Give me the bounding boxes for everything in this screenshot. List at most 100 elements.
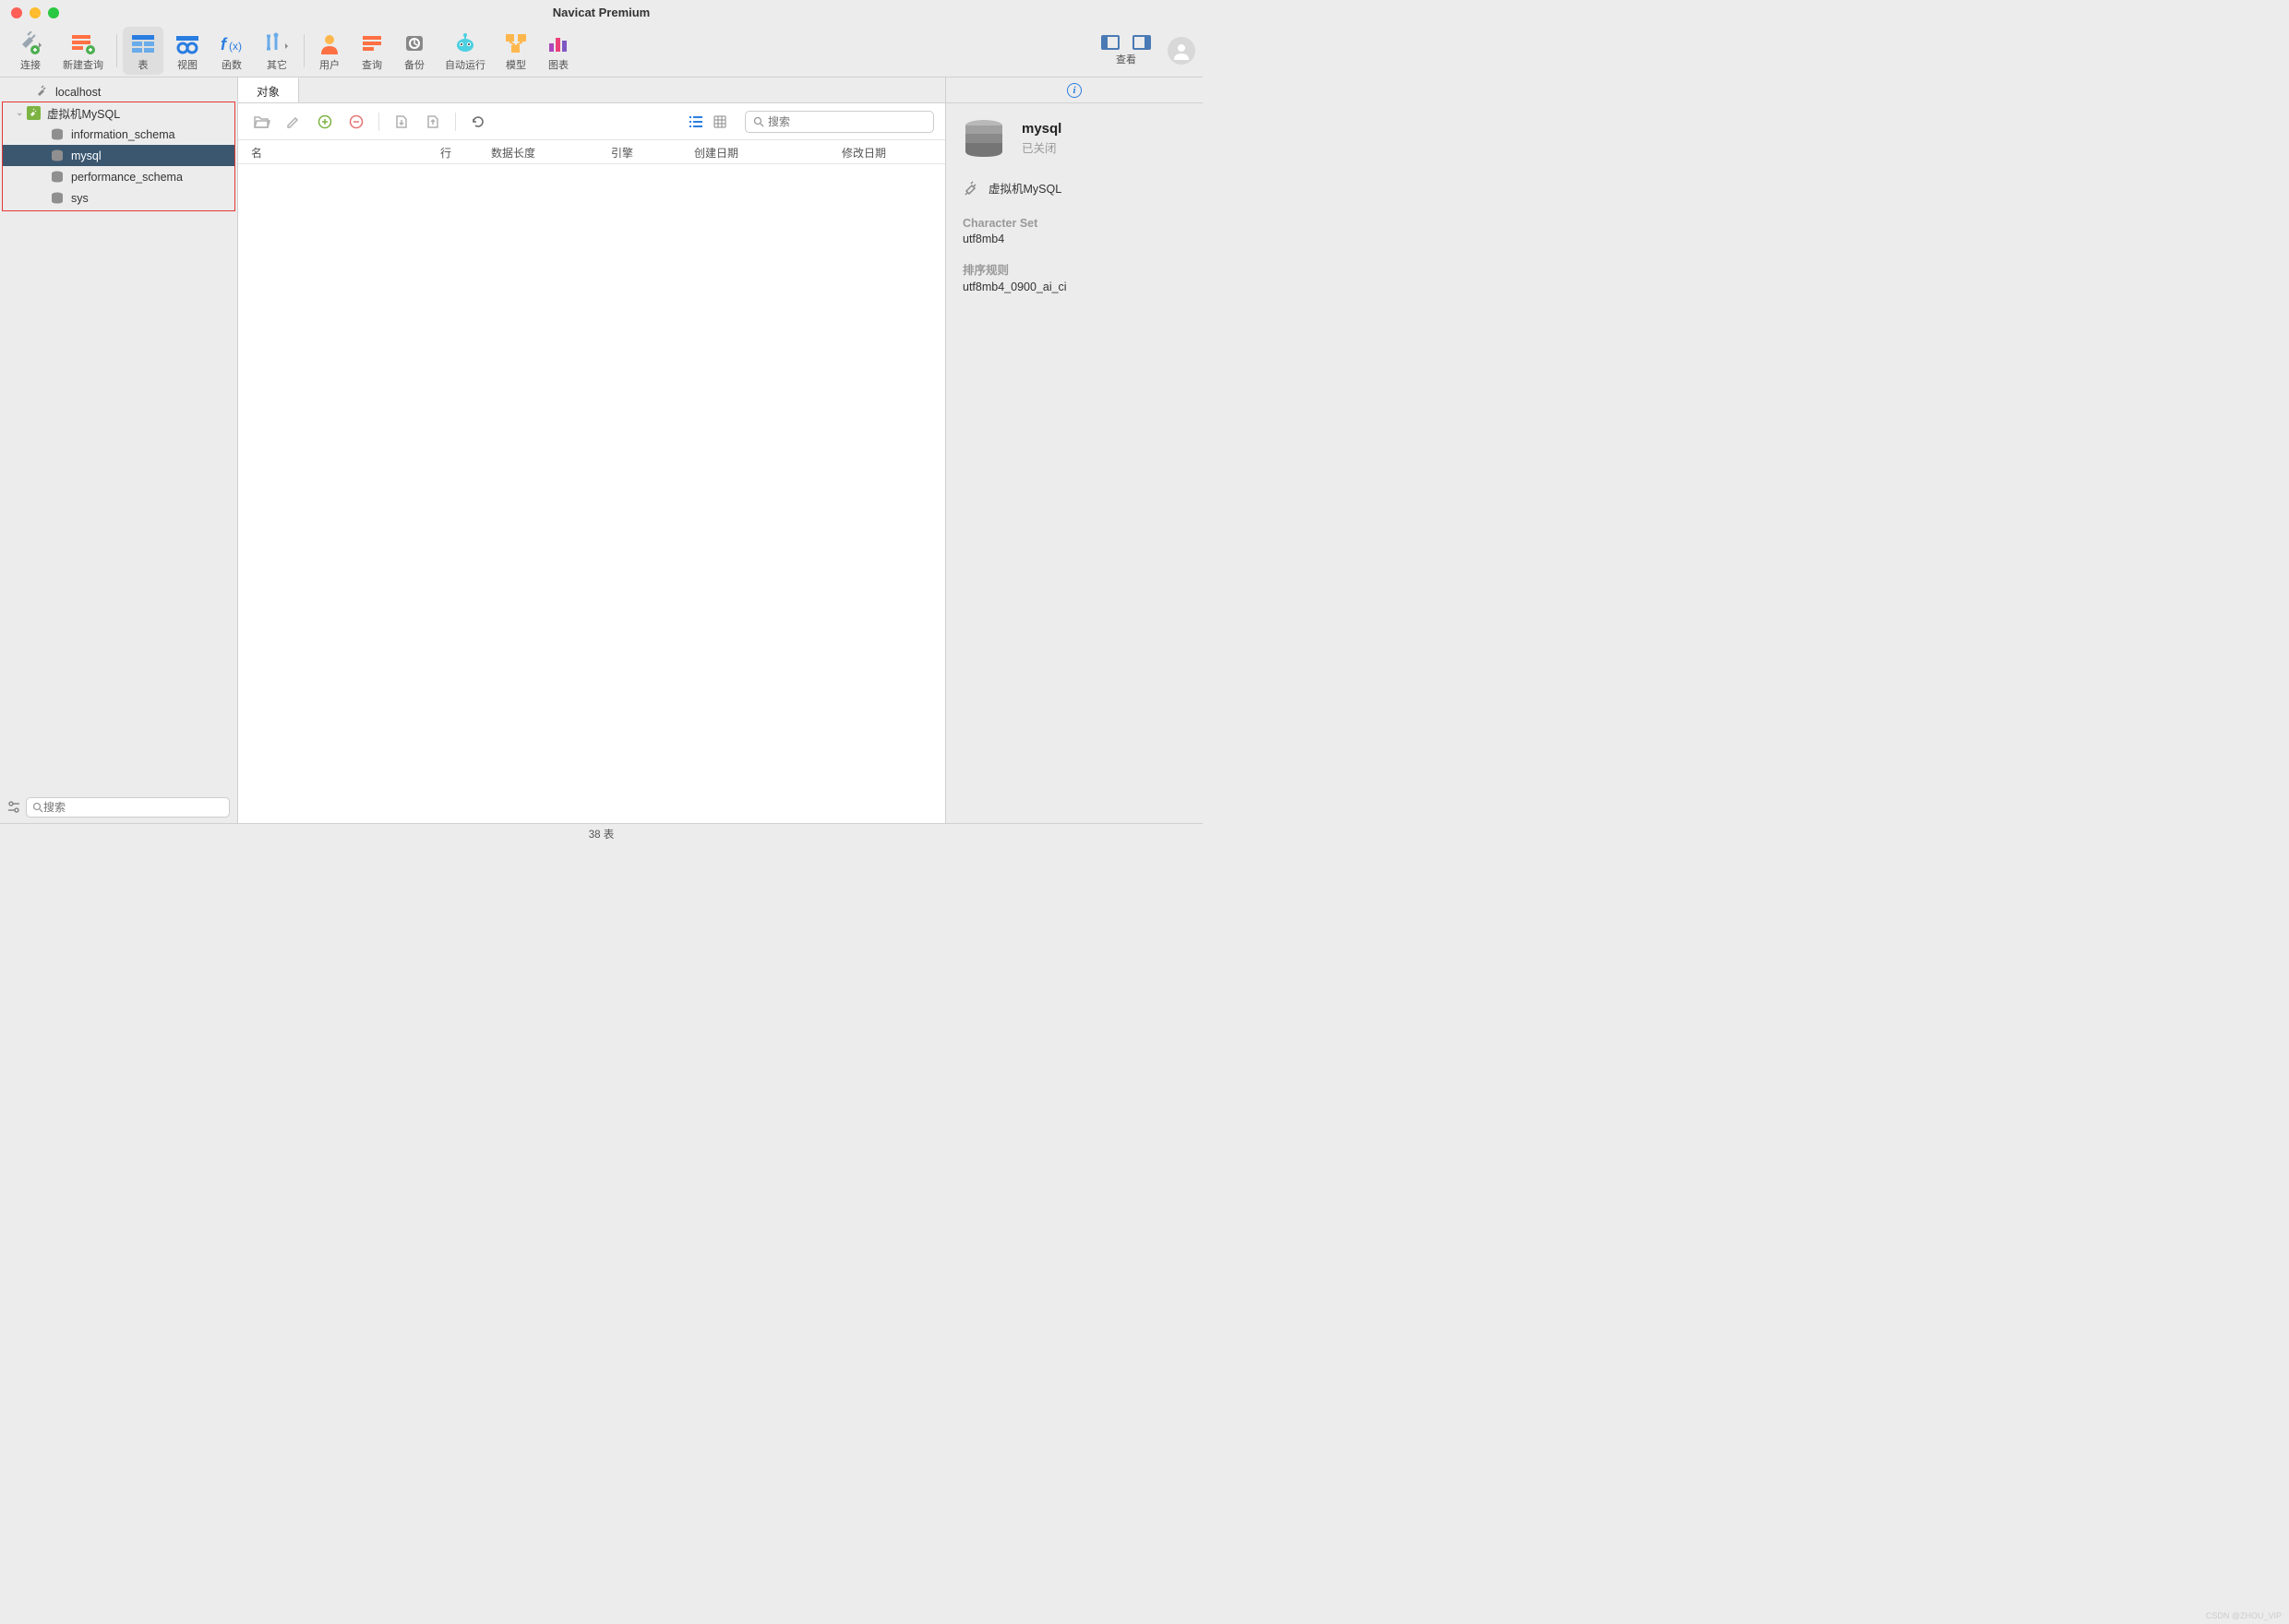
list-icon [689, 115, 703, 128]
user-button[interactable]: 用户 [310, 27, 349, 75]
grid-view-button[interactable] [710, 113, 730, 131]
minimize-window-button[interactable] [30, 7, 41, 18]
connect-button[interactable]: 连接 [9, 27, 52, 75]
import-button[interactable] [389, 110, 414, 134]
panel-left-button[interactable] [1101, 35, 1120, 50]
info-panel: i mysql 已关闭 虚拟机MySQL Character Set [945, 78, 1203, 823]
plug-icon [963, 180, 979, 197]
sidebar-search[interactable] [26, 797, 230, 818]
collation-value: utf8mb4_0900_ai_ci [963, 281, 1186, 293]
pencil-icon [286, 114, 301, 129]
database-icon [51, 171, 67, 183]
main-toolbar: 连接 新建查询 表 视图 f(x) 函数 其它 用户 [0, 25, 1203, 78]
database-performance-schema[interactable]: performance_schema [3, 166, 234, 187]
database-icon [51, 149, 67, 161]
edit-button[interactable] [281, 110, 306, 134]
content-search-input[interactable] [768, 115, 926, 128]
view-button[interactable]: 视图 [167, 27, 208, 75]
new-query-icon [70, 30, 96, 56]
search-icon [32, 802, 43, 813]
add-button[interactable] [312, 110, 338, 134]
open-button[interactable] [249, 110, 275, 134]
export-button[interactable] [420, 110, 446, 134]
toolbar-separator [116, 34, 117, 67]
status-bar: 38 表 [0, 823, 1203, 843]
info-icon[interactable]: i [1067, 83, 1082, 98]
col-datalen[interactable]: 数据长度 [478, 140, 598, 163]
refresh-button[interactable] [465, 110, 491, 134]
database-information-schema[interactable]: information_schema [3, 124, 234, 145]
charset-value: utf8mb4 [963, 233, 1186, 245]
user-avatar[interactable] [1168, 37, 1195, 65]
backup-icon [402, 30, 426, 56]
settings-icon[interactable] [7, 800, 20, 815]
delete-button[interactable] [343, 110, 369, 134]
model-button[interactable]: 模型 [497, 27, 535, 75]
table-icon [130, 30, 156, 56]
function-button[interactable]: f(x) 函数 [211, 27, 252, 75]
chart-button[interactable]: 图表 [539, 27, 578, 75]
db-summary: mysql 已关闭 [963, 120, 1186, 157]
plug-icon [17, 30, 44, 56]
connection-info: 虚拟机MySQL [963, 179, 1186, 197]
minus-circle-icon [349, 114, 364, 129]
connection-active-icon [27, 106, 43, 120]
database-mysql[interactable]: mysql [3, 145, 234, 166]
avatar-icon [1170, 40, 1192, 62]
list-view-button[interactable] [686, 113, 706, 131]
content-tabs: 对象 [238, 78, 945, 103]
content-search[interactable] [745, 111, 934, 133]
query-button[interactable]: 查询 [353, 27, 391, 75]
search-icon [753, 116, 764, 127]
table-body [238, 164, 945, 823]
table-button[interactable]: 表 [123, 27, 163, 75]
refresh-icon [471, 114, 485, 129]
table-header: 名 行 数据长度 引擎 创建日期 修改日期 [238, 140, 945, 164]
other-button[interactable]: 其它 [256, 27, 298, 75]
col-engine[interactable]: 引擎 [598, 140, 681, 163]
svg-text:(x): (x) [229, 40, 242, 53]
tab-objects[interactable]: 对象 [238, 78, 299, 102]
database-large-icon [963, 120, 1005, 157]
plus-circle-icon [318, 114, 332, 129]
database-icon [51, 128, 67, 140]
content-area: 对象 名 行 数据长度 引擎 创 [238, 78, 945, 823]
connection-vm-mysql[interactable]: ⌄ 虚拟机MySQL [3, 102, 234, 124]
highlight-annotation: ⌄ 虚拟机MySQL information_schema mysql pe [2, 102, 235, 211]
user-icon [318, 30, 342, 56]
status-text: 38 表 [589, 827, 615, 842]
db-name: mysql [1022, 121, 1061, 137]
content-toolbar [238, 103, 945, 140]
import-icon [394, 114, 409, 129]
database-sys[interactable]: sys [3, 187, 234, 209]
expand-arrow-icon[interactable]: ⌄ [16, 108, 27, 118]
window-title: Navicat Premium [553, 6, 651, 19]
titlebar: Navicat Premium [0, 0, 1203, 25]
connection-label: 虚拟机MySQL [47, 104, 120, 122]
sidebar-footer [0, 792, 237, 823]
collation-label: 排序规则 [963, 260, 1186, 278]
model-icon [504, 30, 528, 56]
close-window-button[interactable] [11, 7, 22, 18]
function-icon: f(x) [219, 30, 245, 56]
tools-icon [263, 30, 291, 56]
col-name[interactable]: 名 [238, 140, 427, 163]
backup-button[interactable]: 备份 [395, 27, 434, 75]
col-rows[interactable]: 行 [427, 140, 478, 163]
info-panel-header: i [946, 78, 1203, 103]
connection-name: 虚拟机MySQL [989, 179, 1061, 197]
maximize-window-button[interactable] [48, 7, 59, 18]
panel-right-button[interactable] [1133, 35, 1151, 50]
grid-icon [713, 115, 726, 128]
query-icon [360, 30, 384, 56]
connection-localhost[interactable]: localhost [0, 81, 237, 102]
view-icon [174, 30, 200, 56]
automation-button[interactable]: 自动运行 [437, 27, 493, 75]
export-icon [425, 114, 440, 129]
toolbar-separator [304, 34, 305, 67]
col-modified[interactable]: 修改日期 [829, 140, 945, 163]
sidebar-search-input[interactable] [43, 801, 223, 814]
col-created[interactable]: 创建日期 [681, 140, 829, 163]
new-query-button[interactable]: 新建查询 [55, 27, 111, 75]
chart-icon [546, 30, 570, 56]
